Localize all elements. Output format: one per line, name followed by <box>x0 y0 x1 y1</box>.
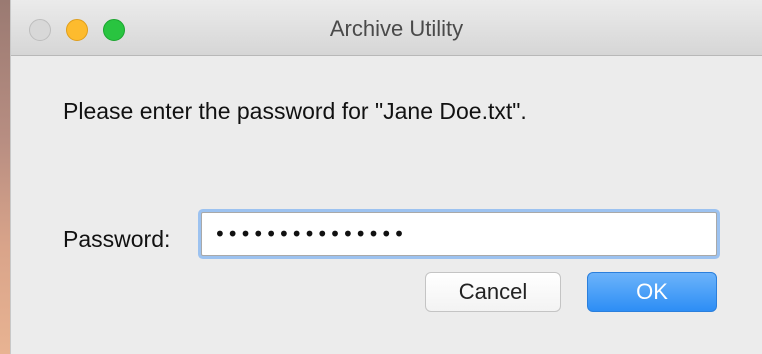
window-title: Archive Utility <box>329 16 464 41</box>
password-prompt-message: Please enter the password for "Jane Doe.… <box>63 98 527 124</box>
password-input[interactable]: ••••••••••••••• <box>201 212 717 256</box>
title-bar[interactable]: Archive Utility <box>11 0 762 56</box>
archive-utility-window: Archive Utility Please enter the passwor… <box>10 0 762 354</box>
ok-button[interactable]: OK <box>587 272 717 312</box>
password-label: Password: <box>63 226 171 252</box>
dialog-content: Please enter the password for "Jane Doe.… <box>11 56 762 354</box>
cancel-button[interactable]: Cancel <box>425 272 561 312</box>
